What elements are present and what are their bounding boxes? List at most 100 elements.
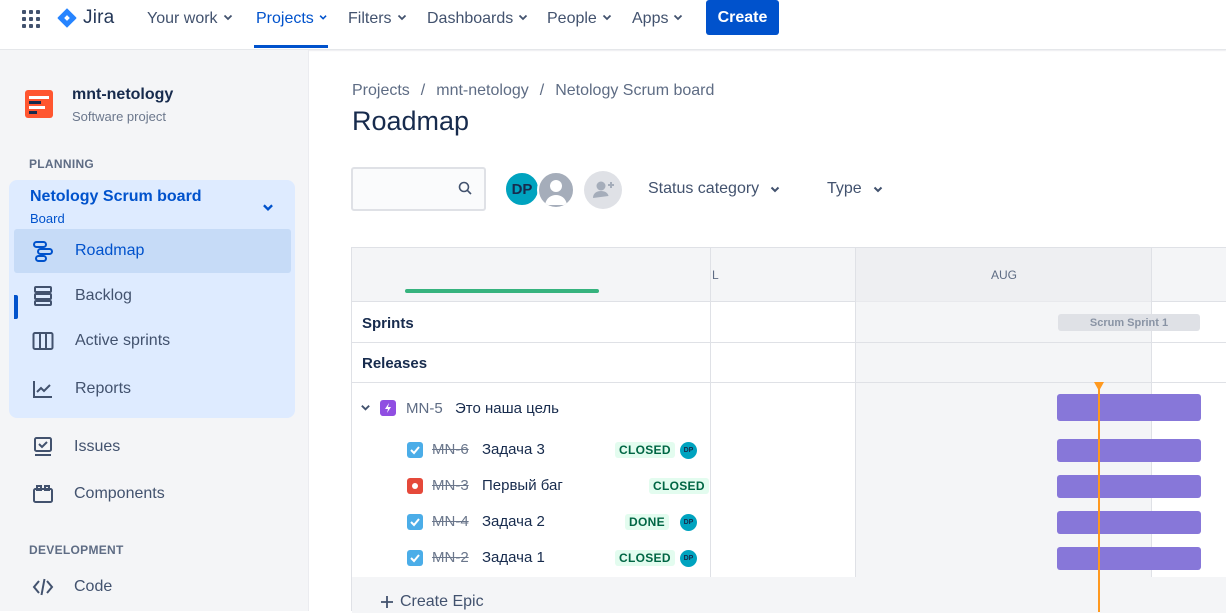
issue-title[interactable]: Задача 2 [482, 513, 545, 530]
task-icon [407, 442, 423, 458]
assignee-avatar[interactable]: DP [680, 514, 697, 531]
breadcrumb-project[interactable]: mnt-netology [436, 82, 529, 100]
status-category-filter[interactable]: Status category [648, 180, 781, 198]
chevron-down-icon [873, 186, 882, 193]
board-name[interactable]: Netology Scrum board [30, 188, 202, 206]
epic-key[interactable]: MN-5 [406, 400, 443, 417]
today-marker-icon [1094, 382, 1104, 391]
board-label: Board [30, 211, 65, 226]
issue-row[interactable]: MN-3 Первый баг CLOSED [352, 468, 710, 504]
epic-title[interactable]: Это наша цель [455, 400, 559, 417]
create-epic-button[interactable]: Create Epic [380, 593, 484, 611]
sidebar-item-label: Roadmap [75, 242, 145, 259]
nav-label: Your work [147, 10, 218, 27]
sidebar-item-backlog[interactable]: Backlog [14, 274, 291, 318]
project-name[interactable]: mnt-netology [72, 86, 173, 104]
search-field[interactable] [351, 167, 486, 211]
breadcrumb-board[interactable]: Netology Scrum board [555, 82, 714, 100]
create-button[interactable]: Create [706, 0, 779, 35]
issue-timeline-bar[interactable] [1057, 439, 1201, 462]
status-badge: CLOSED [615, 442, 675, 458]
chevron-down-icon [519, 14, 528, 21]
epic-progress-bar [405, 289, 599, 293]
code-icon [32, 578, 54, 596]
sidebar-item-label: Components [74, 485, 165, 502]
nav-label: Apps [632, 10, 669, 27]
sprints-row-label[interactable]: Sprints [362, 315, 414, 332]
issue-timeline-bar[interactable] [1057, 475, 1201, 498]
divider [710, 248, 711, 612]
sidebar-item-label: Issues [74, 438, 121, 455]
board-columns-icon [32, 332, 54, 350]
add-user-icon [593, 181, 614, 198]
nav-your-work[interactable]: Your work [147, 0, 234, 48]
chevron-down-icon [674, 14, 683, 21]
backlog-icon [34, 286, 52, 306]
avatar-user[interactable] [537, 171, 575, 209]
nav-people[interactable]: People [547, 0, 613, 48]
assignee-avatar[interactable]: DP [680, 550, 697, 567]
sidebar-item-reports[interactable]: Reports [14, 367, 291, 411]
nav-label: Projects [256, 10, 314, 27]
nav-label: Dashboards [427, 10, 514, 27]
sidebar-item-label: Backlog [75, 287, 132, 304]
development-section-title: DEVELOPMENT [29, 543, 124, 557]
logo-text: Jira [83, 7, 115, 28]
components-icon [33, 485, 53, 503]
search-input[interactable] [359, 177, 454, 201]
sidebar-item-issues[interactable]: Issues [14, 425, 291, 469]
issue-key[interactable]: MN-2 [432, 549, 469, 566]
nav-apps[interactable]: Apps [632, 0, 684, 48]
issue-row[interactable]: MN-2 Задача 1 CLOSED DP [352, 540, 710, 576]
issue-title[interactable]: Задача 3 [482, 441, 545, 458]
issue-row[interactable]: MN-4 Задача 2 DONE DP [352, 504, 710, 540]
chevron-down-icon[interactable] [360, 402, 371, 413]
user-icon [545, 180, 567, 205]
breadcrumb: Projects / mnt-netology / Netology Scrum… [352, 82, 714, 100]
issue-key[interactable]: MN-4 [432, 513, 469, 530]
sidebar-item-components[interactable]: Components [14, 472, 291, 516]
issue-title[interactable]: Задача 1 [482, 549, 545, 566]
sidebar-item-active-sprints[interactable]: Active sprints [14, 319, 291, 363]
sidebar-item-code[interactable]: Code [14, 565, 291, 609]
sidebar-item-label: Reports [75, 380, 132, 397]
epic-row[interactable]: MN-5 Это наша цель [352, 383, 710, 423]
project-avatar[interactable] [25, 90, 53, 118]
chevron-down-icon [602, 14, 611, 21]
breadcrumb-projects[interactable]: Projects [352, 82, 410, 100]
issue-key[interactable]: MN-6 [432, 441, 469, 458]
sidebar-item-roadmap[interactable]: Roadmap [14, 229, 291, 273]
issue-timeline-bar[interactable] [1057, 511, 1201, 534]
issues-icon [34, 437, 52, 456]
bug-icon [407, 478, 423, 494]
status-badge: DONE [625, 514, 669, 530]
sidebar-item-label: Active sprints [75, 332, 171, 349]
issue-row[interactable]: MN-6 Задача 3 CLOSED DP [352, 432, 710, 468]
epic-timeline-bar[interactable] [1057, 394, 1201, 421]
nav-filters[interactable]: Filters [348, 0, 408, 48]
issue-key[interactable]: MN-3 [432, 477, 469, 494]
app-switcher-icon[interactable] [22, 10, 40, 28]
type-filter[interactable]: Type [827, 180, 884, 198]
today-marker-line [1098, 384, 1100, 612]
assignee-avatar[interactable]: DP [680, 442, 697, 459]
add-people-button[interactable] [584, 171, 622, 209]
chevron-down-icon[interactable] [261, 200, 275, 214]
sidebar-item-label: Code [74, 578, 113, 595]
avatar-dp[interactable]: DP [504, 171, 540, 207]
issue-title[interactable]: Первый баг [482, 477, 563, 494]
issue-timeline-bar[interactable] [1057, 547, 1201, 570]
sprint-marker[interactable]: Scrum Sprint 1 [1058, 314, 1200, 331]
nav-projects[interactable]: Projects [254, 0, 328, 48]
divider [352, 342, 1226, 343]
releases-row-label[interactable]: Releases [362, 355, 427, 372]
plus-icon [381, 596, 393, 608]
jira-logo[interactable]: Jira [56, 6, 114, 30]
filter-label: Type [827, 180, 862, 197]
planning-section-title: PLANNING [29, 157, 95, 171]
nav-dashboards[interactable]: Dashboards [427, 0, 529, 48]
chevron-down-icon [397, 14, 406, 21]
project-type: Software project [72, 109, 166, 124]
chart-icon [33, 381, 52, 398]
month-label: L [712, 268, 719, 282]
